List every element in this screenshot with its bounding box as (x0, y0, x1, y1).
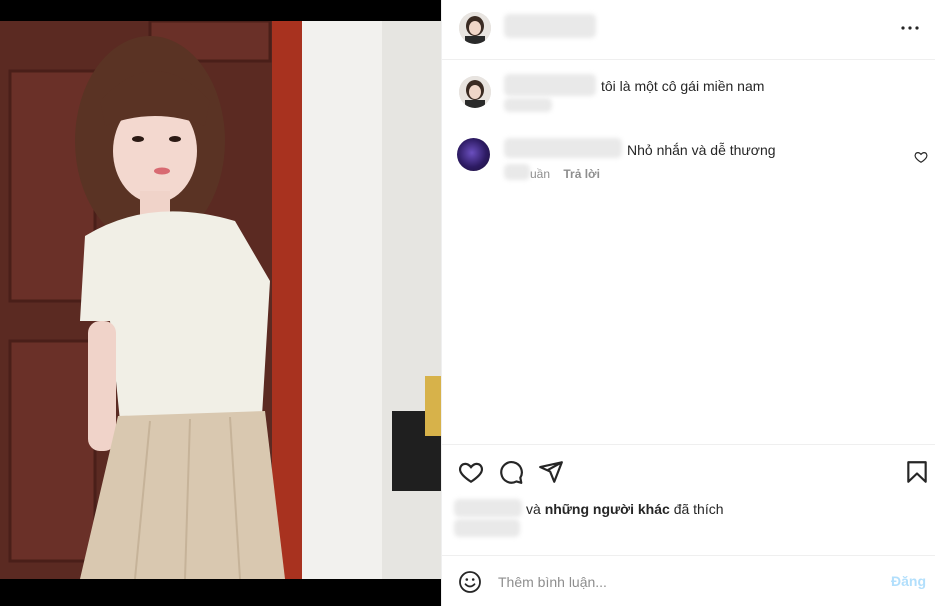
caption-avatar-image (459, 76, 491, 108)
post-side-panel: tôi là một cô gái miền nam Nhỏ nhắn và d… (441, 0, 935, 606)
reply-button[interactable]: Trả lời (563, 167, 600, 181)
likers-blurred-2 (454, 519, 520, 537)
commenter-username-blurred[interactable] (504, 138, 622, 158)
post-header (442, 0, 935, 60)
comment-text: Nhỏ nhắn và dễ thương (627, 142, 776, 158)
comment-meta: uần Trả lời (530, 167, 610, 181)
author-avatar[interactable] (459, 12, 491, 44)
bookmark-icon (907, 461, 927, 483)
photo-illustration (0, 21, 441, 579)
author-avatar-image (459, 12, 491, 44)
post-comment-button[interactable]: Đăng (891, 573, 926, 589)
photo-pane (0, 0, 441, 606)
likes-suffix: đã thích (669, 501, 724, 517)
comment-composer: Đăng (442, 555, 935, 606)
save-button[interactable] (904, 459, 930, 485)
likes-prefix: và (526, 501, 545, 517)
comment-bubble-icon (500, 461, 523, 484)
more-options-button[interactable] (898, 16, 922, 40)
heart-icon (458, 462, 484, 484)
comment-time: uần (530, 167, 551, 181)
likes-others-link[interactable]: những người khác (545, 501, 670, 517)
comment-row: Nhỏ nhắn và dễ thương uần Trả lời (442, 134, 935, 186)
comment-time-blurred (504, 164, 530, 180)
comment-input[interactable] (498, 570, 878, 594)
author-username-blurred[interactable] (504, 14, 596, 38)
likers-blurred[interactable] (454, 499, 522, 517)
likes-summary: và những người khác đã thích (526, 501, 724, 517)
smiley-icon (459, 571, 481, 593)
paper-plane-icon (539, 461, 563, 483)
emoji-button[interactable] (458, 570, 482, 594)
caption-author-avatar[interactable] (459, 76, 491, 108)
like-button[interactable] (458, 459, 484, 485)
caption-row: tôi là một cô gái miền nam (442, 70, 935, 120)
commenter-avatar[interactable] (457, 138, 490, 171)
action-bar: và những người khác đã thích (442, 444, 935, 554)
comment-like-button[interactable] (914, 150, 928, 164)
caption-username-blurred[interactable] (504, 74, 596, 96)
comment-button[interactable] (498, 459, 524, 485)
post-modal: tôi là một cô gái miền nam Nhỏ nhắn và d… (0, 0, 935, 606)
post-photo[interactable] (0, 21, 441, 579)
share-button[interactable] (538, 459, 564, 485)
caption-time-blurred (504, 98, 552, 112)
heart-small-icon (914, 152, 928, 163)
more-horizontal-icon (901, 26, 919, 30)
caption-text: tôi là một cô gái miền nam (601, 78, 765, 94)
